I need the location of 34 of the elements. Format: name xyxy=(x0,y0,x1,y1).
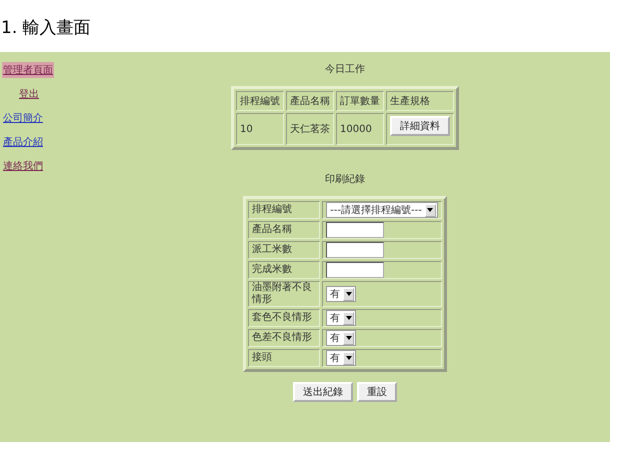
input-field[interactable] xyxy=(326,262,384,278)
dropdown[interactable]: 有 xyxy=(326,330,356,346)
input-field[interactable] xyxy=(326,242,384,258)
column-header: 產品名稱 xyxy=(286,91,334,111)
nav-link[interactable]: 管理者頁面 xyxy=(2,62,54,78)
field-label: 產品名稱 xyxy=(248,221,320,239)
section-title: 印刷紀錄 xyxy=(325,172,365,186)
nav-link[interactable]: 產品介紹 xyxy=(2,134,44,150)
dropdown[interactable]: 有 xyxy=(326,310,356,326)
field-label: 油墨附著不良情形 xyxy=(248,281,320,307)
column-header: 訂單數量 xyxy=(336,91,384,111)
field-label: 接頭 xyxy=(248,349,320,367)
field-label: 完成米數 xyxy=(248,261,320,279)
nav-link[interactable]: 登出 xyxy=(18,86,40,102)
field-label: 派工米數 xyxy=(248,241,320,259)
page-heading: 1. 輸入畫面 xyxy=(0,17,92,40)
column-header: 生產規格 xyxy=(386,91,454,111)
dropdown[interactable]: 有 xyxy=(326,350,356,366)
dropdown[interactable]: 有 xyxy=(326,286,356,302)
dropdown[interactable]: ---請選擇排程編號--- xyxy=(326,202,438,218)
nav-link[interactable]: 連絡我們 xyxy=(2,158,44,174)
field-label: 色差不良情形 xyxy=(248,329,320,347)
field-label: 套色不良情形 xyxy=(248,309,320,327)
column-header: 排程編號 xyxy=(236,91,284,111)
table-cell: 天仁茗茶 xyxy=(286,113,334,145)
table-cell: 10000 xyxy=(336,113,384,145)
table-cell: 10 xyxy=(236,113,284,145)
section-title: 今日工作 xyxy=(325,63,365,76)
input-field[interactable] xyxy=(326,222,384,238)
form-button[interactable]: 重設 xyxy=(357,382,397,402)
nav-link[interactable]: 公司簡介 xyxy=(2,110,44,126)
details-button[interactable]: 詳細資料 xyxy=(390,116,450,136)
form-button[interactable]: 送出紀錄 xyxy=(293,382,353,402)
field-label: 排程編號 xyxy=(248,201,320,219)
